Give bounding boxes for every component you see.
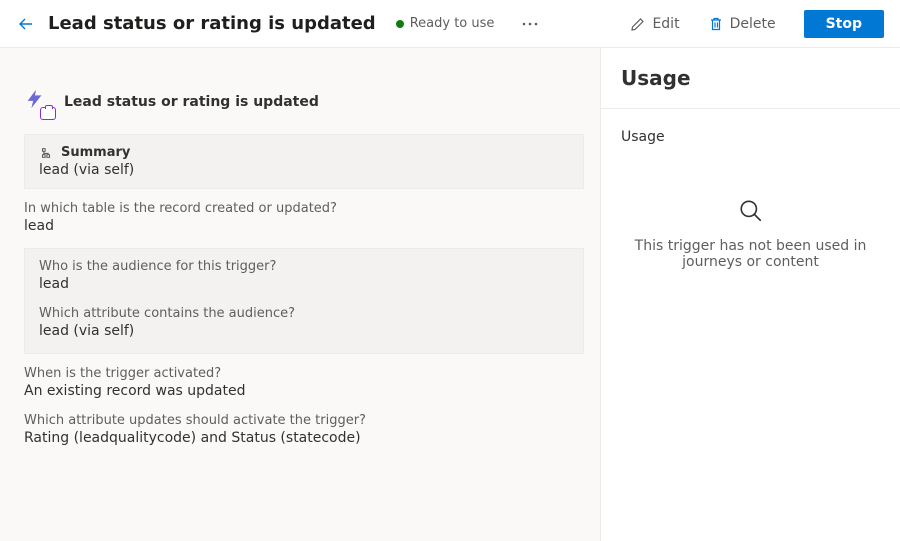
which-attr-value: Rating (leadqualitycode) and Status (sta… xyxy=(24,430,584,446)
more-horizontal-icon xyxy=(522,22,538,26)
trigger-card-header: Lead status or rating is updated xyxy=(24,88,584,116)
usage-panel: Usage Usage This trigger has not been us… xyxy=(600,48,900,541)
audience-value: lead xyxy=(39,276,569,292)
briefcase-badge-icon xyxy=(40,107,56,120)
magnifier-icon xyxy=(738,198,764,224)
delete-label: Delete xyxy=(730,16,776,32)
delete-button[interactable]: Delete xyxy=(700,12,784,36)
status-chip: Ready to use xyxy=(396,16,495,31)
back-button[interactable] xyxy=(16,14,36,34)
pencil-icon xyxy=(630,16,646,32)
usage-section-label: Usage xyxy=(601,109,900,153)
main-panel: Lead status or rating is updated Summary… xyxy=(0,48,600,541)
page-header: Lead status or rating is updated Ready t… xyxy=(0,0,900,48)
summary-box: Summary lead (via self) xyxy=(24,134,584,189)
page-title: Lead status or rating is updated xyxy=(48,13,376,34)
when-question: When is the trigger activated? xyxy=(24,366,584,381)
stop-button[interactable]: Stop xyxy=(804,10,884,38)
table-value: lead xyxy=(24,218,584,234)
more-options-button[interactable] xyxy=(516,10,544,38)
when-value: An existing record was updated xyxy=(24,383,584,399)
arrow-left-icon xyxy=(18,16,34,32)
trigger-icon xyxy=(24,88,52,116)
table-question: In which table is the record created or … xyxy=(24,201,584,216)
trash-icon xyxy=(708,16,724,32)
attribute-value: lead (via self) xyxy=(39,323,569,339)
usage-empty-state: This trigger has not been used in journe… xyxy=(601,153,900,315)
summary-heading: Summary xyxy=(61,145,130,160)
edit-label: Edit xyxy=(652,16,679,32)
status-label: Ready to use xyxy=(410,16,495,31)
hierarchy-icon xyxy=(39,146,53,160)
summary-value: lead (via self) xyxy=(39,162,569,178)
audience-question: Who is the audience for this trigger? xyxy=(39,259,569,274)
usage-panel-title: Usage xyxy=(601,48,900,109)
edit-button[interactable]: Edit xyxy=(622,12,687,36)
audience-box: Who is the audience for this trigger? le… xyxy=(24,248,584,354)
trigger-card-title: Lead status or rating is updated xyxy=(64,94,319,110)
attribute-question: Which attribute contains the audience? xyxy=(39,306,569,321)
which-attr-question: Which attribute updates should activate … xyxy=(24,413,584,428)
status-dot-icon xyxy=(396,20,404,28)
usage-empty-text: This trigger has not been used in journe… xyxy=(631,238,870,270)
